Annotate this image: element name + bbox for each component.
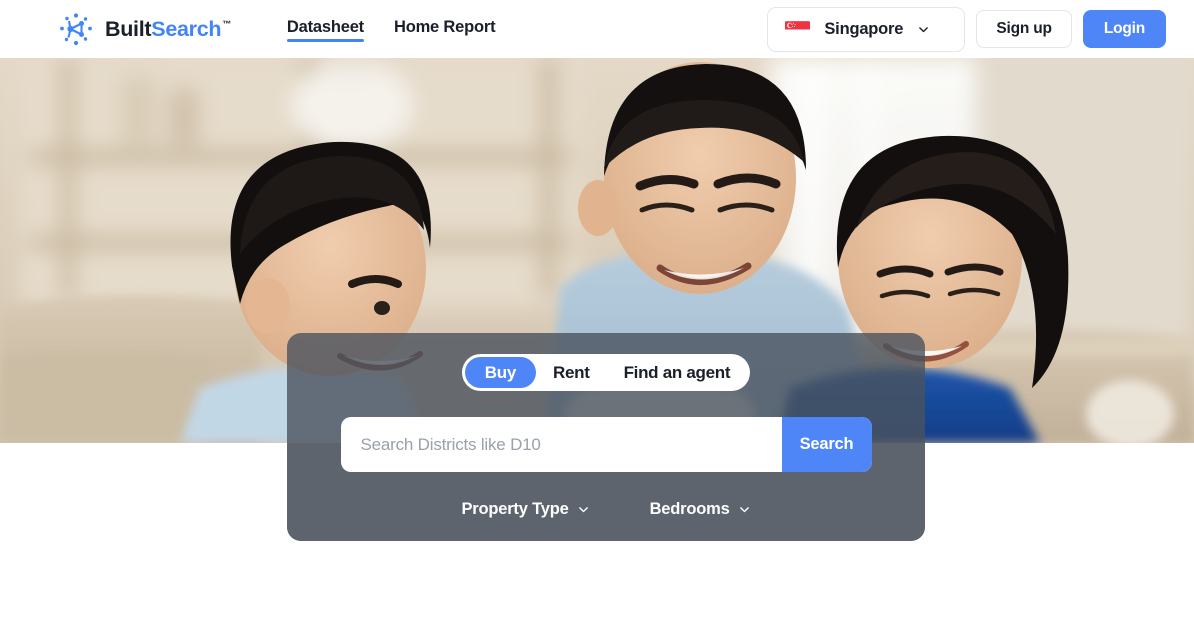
brand-text-search: Search (151, 16, 222, 41)
panel-content: Buy Rent Find an agent Search Property T… (287, 333, 925, 519)
country-selector-value: Singapore (824, 19, 904, 38)
search-button[interactable]: Search (781, 417, 872, 472)
main-navigation: Datasheet Home Report (286, 0, 496, 58)
search-bar: Search (340, 417, 872, 472)
tab-find-an-agent[interactable]: Find an agent (607, 357, 748, 388)
filter-property-type-label: Property Type (461, 500, 569, 518)
brand-logo[interactable]: BuiltSearch™ (56, 9, 231, 49)
search-filters: Property Type Bedrooms (461, 500, 750, 519)
nav-item-datasheet[interactable]: Datasheet (286, 17, 364, 42)
tab-buy-label: Buy (484, 362, 517, 382)
filter-bedrooms[interactable]: Bedrooms (650, 500, 751, 519)
network-nodes-icon (56, 9, 96, 49)
singapore-flag-icon (785, 20, 811, 38)
nav-item-datasheet-label: Datasheet (286, 17, 364, 36)
filter-property-type[interactable]: Property Type (461, 500, 589, 519)
page-root: BuiltSearch™ Datasheet Home Report Singa… (0, 0, 1194, 629)
filter-bedrooms-label: Bedrooms (649, 500, 730, 518)
tab-find-an-agent-label: Find an agent (623, 362, 731, 382)
tab-rent[interactable]: Rent (536, 357, 607, 388)
search-mode-tabs: Buy Rent Find an agent (461, 354, 751, 391)
chevron-down-icon (917, 23, 930, 36)
chevron-down-icon (738, 503, 751, 516)
hero-search-panel: Buy Rent Find an agent Search Property T… (287, 333, 925, 541)
nav-item-home-report[interactable]: Home Report (393, 17, 496, 41)
tab-rent-label: Rent (553, 362, 590, 382)
tab-buy[interactable]: Buy (464, 357, 537, 388)
brand-wordmark: BuiltSearch™ (105, 17, 231, 42)
login-button[interactable]: Login (1082, 10, 1166, 48)
site-header: BuiltSearch™ Datasheet Home Report Singa… (0, 0, 1194, 58)
header-actions: Singapore Sign up Login (767, 6, 1166, 52)
brand-text-built: Built (105, 16, 152, 41)
brand-trademark: ™ (222, 19, 231, 30)
country-selector[interactable]: Singapore (767, 6, 966, 52)
search-input[interactable] (340, 417, 782, 472)
chevron-down-icon (577, 503, 590, 516)
sign-up-button[interactable]: Sign up (976, 10, 1072, 48)
nav-item-home-report-label: Home Report (393, 17, 496, 36)
